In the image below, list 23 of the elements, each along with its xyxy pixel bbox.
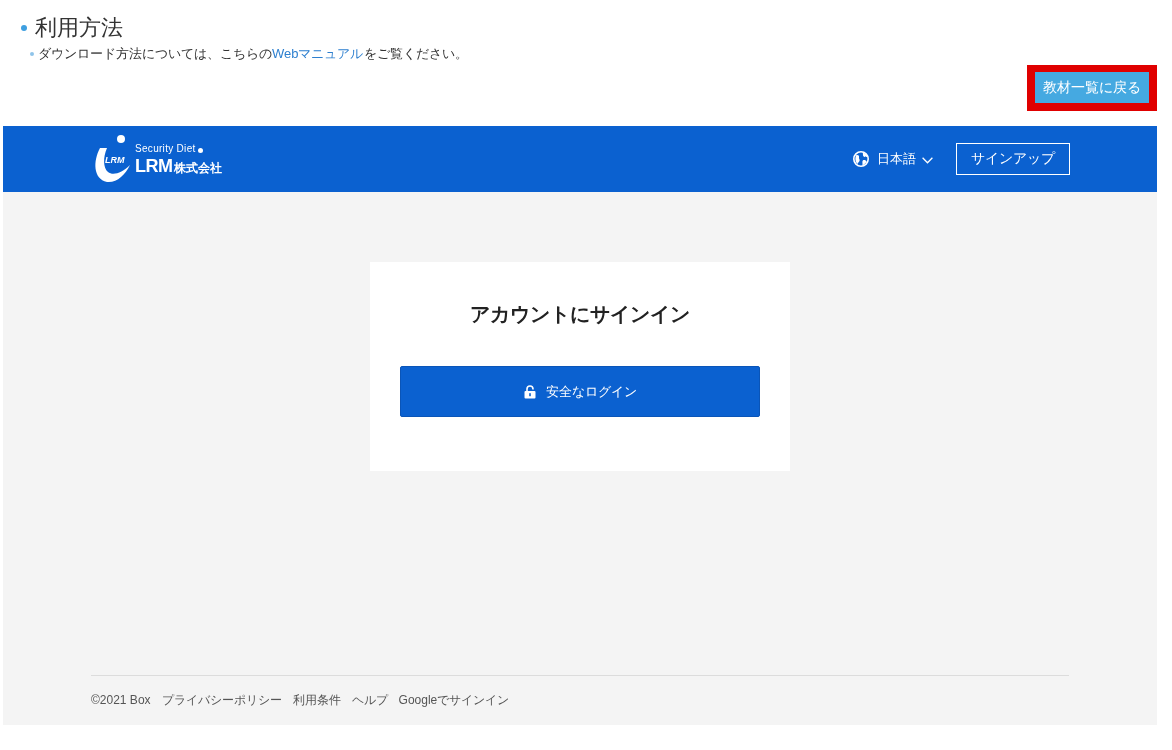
globe-icon xyxy=(853,151,869,167)
secure-login-button[interactable]: 安全なログイン xyxy=(400,366,760,417)
dot-icon xyxy=(197,147,203,153)
swoosh-emblem-icon xyxy=(95,135,130,183)
chevron-down-icon xyxy=(922,156,933,164)
padlock-icon xyxy=(523,384,536,399)
manual-link[interactable]: Webマニュアル xyxy=(272,46,364,61)
logo-tagline: Security Diet xyxy=(135,142,196,155)
footer-link[interactable]: 利用条件 xyxy=(292,693,341,708)
bullet-icon xyxy=(21,25,27,31)
signup-button[interactable]: サインアップ xyxy=(956,143,1070,175)
note-text: ダウンロード方法については、こちらのWebマニュアルをご覧ください。 xyxy=(38,45,468,63)
section-title: 利用方法 xyxy=(35,14,123,42)
footer-link[interactable]: ヘルプ xyxy=(351,693,388,708)
emblem-text: LRM xyxy=(105,155,125,165)
language-selector[interactable]: 日本語 xyxy=(853,150,933,168)
card-title: アカウントにサインイン xyxy=(470,302,690,327)
copyright-text: ©2021 Box xyxy=(91,693,151,708)
footer-link[interactable]: プライバシーポリシー xyxy=(161,693,282,708)
logo-company-name: 株式会社 xyxy=(173,159,222,176)
logo-brand: LRM xyxy=(135,155,173,176)
footer-link[interactable]: Googleでサインイン xyxy=(398,693,510,708)
bullet-icon xyxy=(30,52,34,56)
